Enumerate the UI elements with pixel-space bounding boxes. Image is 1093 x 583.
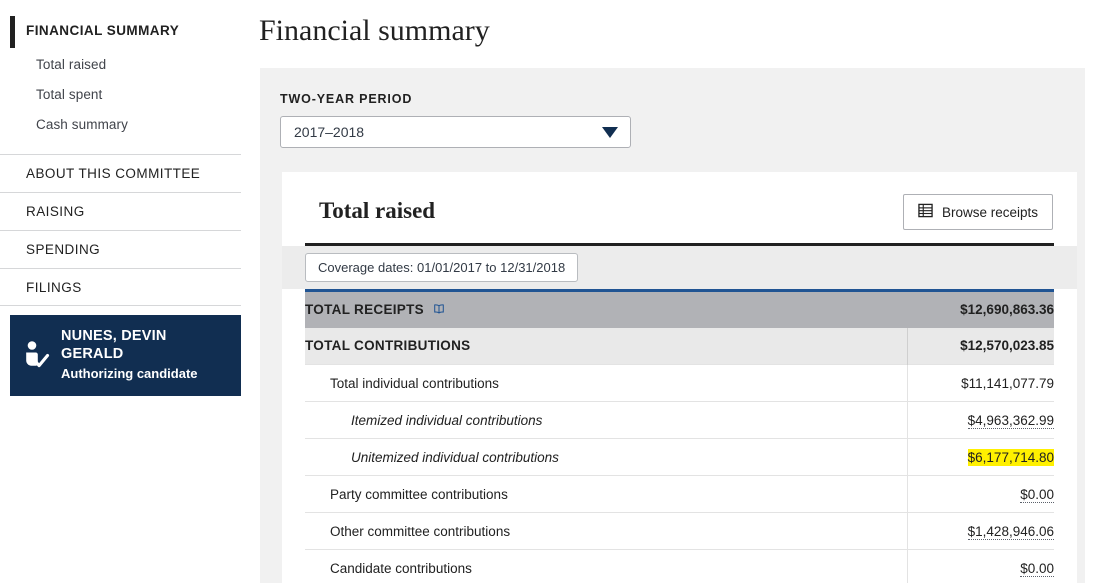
row-value-highlighted[interactable]: $6,177,714.80 bbox=[967, 448, 1054, 466]
card-header: Total raised Browse receipts bbox=[305, 194, 1054, 246]
sidebar-item-total-spent[interactable]: Total spent bbox=[36, 80, 255, 110]
financial-summary-table: TOTAL RECEIPTS $12,690,863.36 TOTAL CONT… bbox=[305, 289, 1054, 583]
browse-receipts-button[interactable]: Browse receipts bbox=[902, 194, 1053, 230]
sidebar-item-cash-summary[interactable]: Cash summary bbox=[36, 110, 255, 140]
candidate-person-check-icon bbox=[22, 338, 52, 372]
candidate-name: NUNES, DEVIN GERALD bbox=[61, 328, 167, 362]
row-value-link[interactable]: $0.00 bbox=[1020, 486, 1054, 503]
candidate-role: Authorizing candidate bbox=[61, 366, 198, 382]
row-label: Itemized individual contributions bbox=[351, 412, 543, 428]
row-value-cell: $1,428,946.06 bbox=[906, 512, 1054, 550]
sidebar-sub-list: Total raised Total spent Cash summary bbox=[0, 50, 255, 140]
row-label-cell: TOTAL RECEIPTS bbox=[305, 291, 907, 328]
table-row: TOTAL RECEIPTS $12,690,863.36 bbox=[305, 290, 1054, 328]
table-row: TOTAL CONTRIBUTIONS $12,570,023.85 bbox=[305, 327, 1054, 365]
row-label: TOTAL RECEIPTS bbox=[305, 301, 424, 317]
coverage-dates-strip: Coverage dates: 01/01/2017 to 12/31/2018 bbox=[282, 246, 1077, 289]
book-glossary-icon[interactable] bbox=[429, 303, 445, 318]
row-label: Unitemized individual contributions bbox=[351, 449, 559, 465]
row-label: Candidate contributions bbox=[330, 560, 472, 576]
sidebar-primary-label: FINANCIAL SUMMARY bbox=[26, 23, 180, 38]
row-label-cell: TOTAL CONTRIBUTIONS bbox=[305, 328, 907, 365]
row-label-cell: Other committee contributions bbox=[305, 513, 907, 550]
browse-receipts-label: Browse receipts bbox=[941, 204, 1038, 220]
table-body: TOTAL RECEIPTS $12,690,863.36 TOTAL CONT… bbox=[305, 290, 1054, 583]
two-year-period-label: TWO-YEAR PERIOD bbox=[280, 92, 413, 106]
row-value: $11,141,077.79 bbox=[961, 375, 1054, 391]
filter-panel: TWO-YEAR PERIOD 2017–2018 Total raised B… bbox=[260, 68, 1085, 583]
row-label: Total individual contributions bbox=[330, 375, 499, 391]
row-value-cell: $4,963,362.99 bbox=[906, 401, 1054, 439]
row-value-cell: $12,690,863.36 bbox=[907, 291, 1054, 328]
financial-summary-page: FINANCIAL SUMMARY Total raised Total spe… bbox=[0, 0, 1093, 583]
sidebar-sections: ABOUT THIS COMMITTEE RAISING SPENDING FI… bbox=[0, 154, 255, 306]
row-label-cell: Candidate contributions bbox=[305, 550, 907, 583]
row-value-cell: $11,141,077.79 bbox=[906, 364, 1054, 402]
table-row: Total individual contributions $11,141,0… bbox=[305, 364, 1054, 402]
row-label-cell: Itemized individual contributions bbox=[305, 402, 907, 439]
page-title: Financial summary bbox=[259, 14, 490, 47]
row-value: $12,570,023.85 bbox=[960, 338, 1054, 354]
sidebar-section-label: SPENDING bbox=[26, 242, 101, 257]
row-label: TOTAL CONTRIBUTIONS bbox=[305, 338, 471, 354]
two-year-period-select[interactable]: 2017–2018 bbox=[280, 116, 631, 148]
coverage-dates-badge: Coverage dates: 01/01/2017 to 12/31/2018 bbox=[305, 253, 579, 282]
sidebar-sub-label: Cash summary bbox=[36, 117, 128, 132]
sidebar-item-about-this-committee[interactable]: ABOUT THIS COMMITTEE bbox=[0, 154, 241, 192]
table-grid-icon bbox=[918, 203, 933, 221]
two-year-period-value: 2017–2018 bbox=[294, 124, 365, 140]
row-label: Party committee contributions bbox=[330, 486, 508, 502]
row-value-cell: $0.00 bbox=[906, 549, 1054, 583]
row-label-cell: Unitemized individual contributions bbox=[305, 439, 907, 476]
candidate-text: NUNES, DEVIN GERALD Authorizing candidat… bbox=[61, 328, 229, 382]
row-value-cell: $12,570,023.85 bbox=[906, 327, 1054, 365]
row-value-cell: $0.00 bbox=[906, 475, 1054, 513]
row-value-cell: $6,177,714.80 bbox=[906, 438, 1054, 476]
sidebar-item-spending[interactable]: SPENDING bbox=[0, 230, 241, 268]
row-value-link[interactable]: $4,963,362.99 bbox=[967, 412, 1054, 429]
sidebar: FINANCIAL SUMMARY Total raised Total spe… bbox=[0, 0, 255, 583]
row-value-link[interactable]: $0.00 bbox=[1020, 560, 1054, 577]
row-value-link[interactable]: $1,428,946.06 bbox=[967, 523, 1054, 540]
row-label-cell: Party committee contributions bbox=[305, 476, 907, 513]
table-row: Candidate contributions $0.00 bbox=[305, 549, 1054, 583]
row-value: $12,690,863.36 bbox=[960, 302, 1054, 318]
sidebar-item-financial-summary[interactable]: FINANCIAL SUMMARY bbox=[0, 14, 255, 48]
total-raised-card: Total raised Browse receipts Coverage da… bbox=[282, 172, 1077, 583]
sidebar-section-label: FILINGS bbox=[26, 279, 82, 295]
table-row: Party committee contributions $0.00 bbox=[305, 475, 1054, 513]
card-title: Total raised bbox=[319, 198, 436, 223]
sidebar-section-label: ABOUT THIS COMMITTEE bbox=[26, 166, 201, 181]
row-label-cell: Total individual contributions bbox=[305, 365, 907, 402]
candidate-card[interactable]: NUNES, DEVIN GERALD Authorizing candidat… bbox=[10, 315, 241, 397]
sidebar-item-raising[interactable]: RAISING bbox=[0, 192, 241, 230]
main-content: Financial summary TWO-YEAR PERIOD 2017–2… bbox=[255, 0, 1093, 583]
sidebar-sub-label: Total raised bbox=[36, 57, 107, 72]
table-row: Unitemized individual contributions $6,1… bbox=[305, 438, 1054, 476]
sidebar-section-label: RAISING bbox=[26, 204, 85, 219]
sidebar-sub-label: Total spent bbox=[36, 87, 103, 102]
sidebar-item-total-raised[interactable]: Total raised bbox=[36, 50, 255, 80]
table-row: Itemized individual contributions $4,963… bbox=[305, 401, 1054, 439]
table-row: Other committee contributions $1,428,946… bbox=[305, 512, 1054, 550]
row-label: Other committee contributions bbox=[330, 523, 511, 539]
sidebar-item-filings[interactable]: FILINGS bbox=[0, 268, 241, 306]
chevron-down-icon bbox=[602, 126, 618, 138]
